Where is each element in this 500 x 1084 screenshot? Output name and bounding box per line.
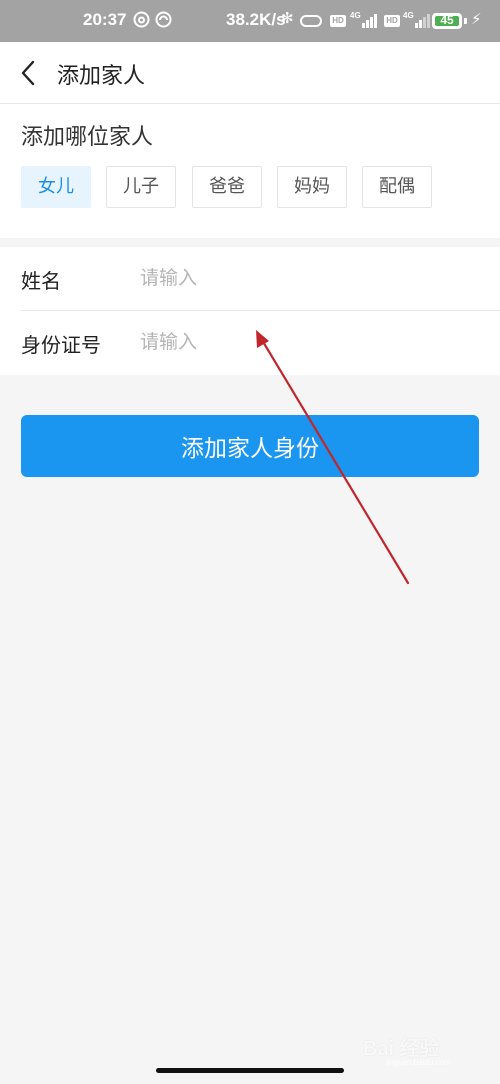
status-time: 20:37 (83, 10, 127, 29)
id-number-label: 身份证号 (21, 333, 101, 357)
relation-section: 添加哪位家人 女儿 儿子 爸爸 妈妈 配偶 (0, 104, 500, 238)
home-indicator[interactable] (156, 1068, 344, 1073)
id-number-row: 身份证号 (0, 311, 500, 375)
battery-level: 45 (440, 13, 454, 27)
name-row: 姓名 (0, 247, 500, 311)
name-label: 姓名 (21, 269, 61, 293)
app-notification-icon (155, 11, 172, 28)
signal-4g-label: 4G (403, 11, 414, 20)
bluetooth-icon: ✻ (281, 10, 294, 27)
add-family-identity-button[interactable]: 添加家人身份 (21, 415, 479, 477)
battery-icon: 45 (432, 13, 462, 29)
signal-icon: 4G (403, 11, 433, 29)
vpn-pill-icon (300, 15, 322, 27)
chevron-left-icon[interactable] (18, 59, 40, 87)
id-number-input[interactable] (140, 325, 470, 359)
relation-option-spouse[interactable]: 配偶 (362, 166, 432, 208)
charging-icon: ⚡ (471, 11, 482, 28)
signal-4g-label: 4G (350, 11, 361, 20)
page-title: 添加家人 (57, 64, 146, 89)
signal-icon: 4G (350, 11, 380, 29)
relation-heading: 添加哪位家人 (21, 125, 154, 150)
family-info-form: 姓名 身份证号 (0, 247, 500, 375)
battery-tip (464, 18, 467, 24)
watermark-url: jingyan.baidu.com (386, 1058, 451, 1067)
hd-icon: HD (330, 15, 346, 27)
network-speed: 38.2K/s (226, 10, 286, 29)
relation-option-daughter[interactable]: 女儿 (21, 166, 91, 208)
watermark-logo: Bai 经验 (363, 1038, 440, 1060)
status-bar: 20:37 38.2K/s ✻ HD 4G HD 4G 45 ⚡ (0, 0, 500, 42)
relation-option-mother[interactable]: 妈妈 (277, 166, 347, 208)
name-input[interactable] (140, 261, 470, 295)
hd-icon: HD (384, 15, 400, 27)
relation-option-son[interactable]: 儿子 (106, 166, 176, 208)
relation-option-father[interactable]: 爸爸 (192, 166, 262, 208)
netease-music-icon (133, 11, 150, 28)
navigation-bar: 添加家人 (0, 42, 500, 104)
